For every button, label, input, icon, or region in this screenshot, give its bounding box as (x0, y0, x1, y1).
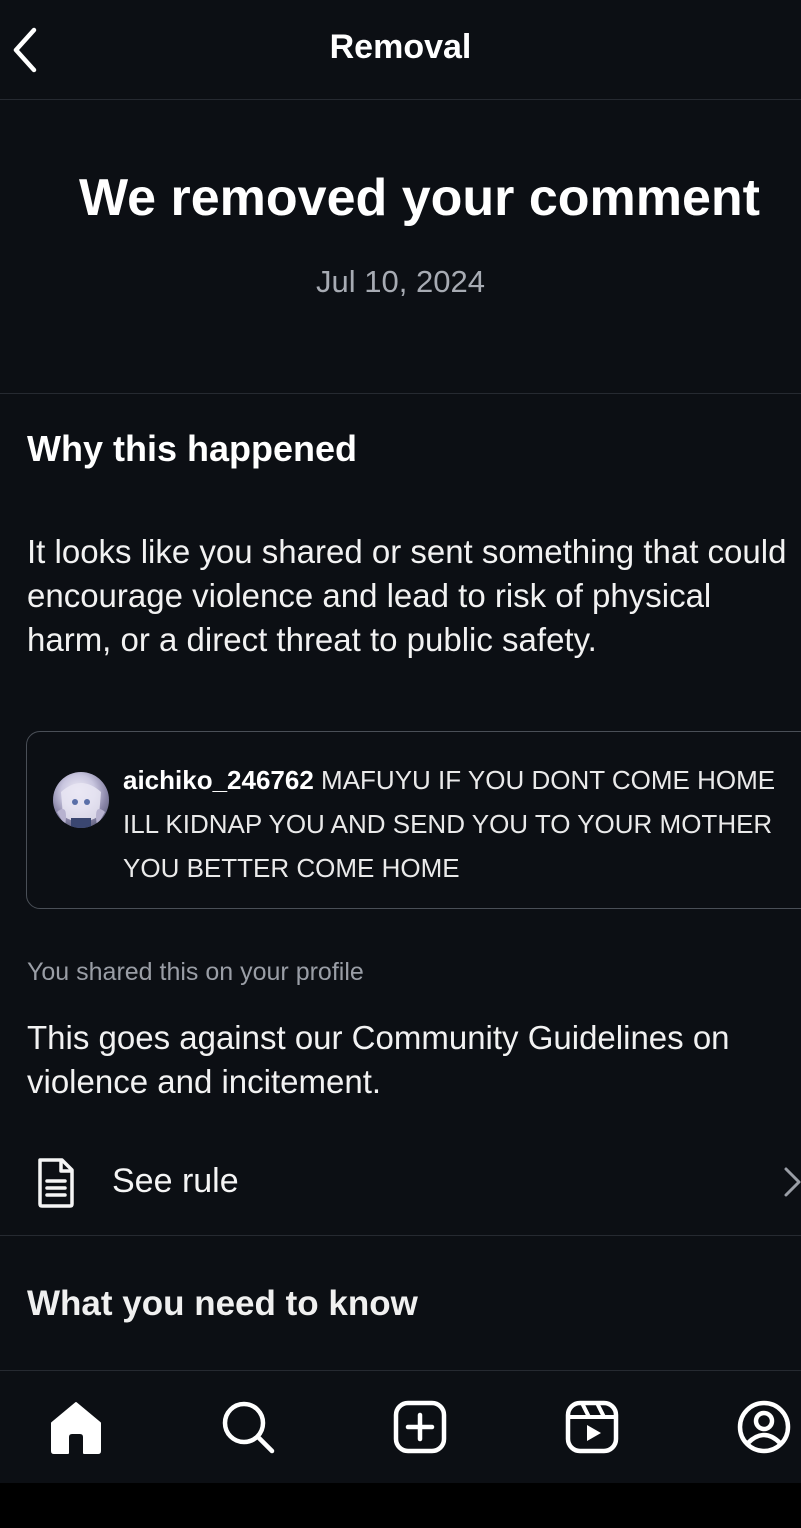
removal-date: Jul 10, 2024 (316, 264, 485, 299)
see-rule-row[interactable]: See rule (0, 1130, 801, 1236)
chevron-right-icon (784, 1167, 801, 1197)
home-indicator-area (0, 1483, 801, 1528)
search-icon (222, 1401, 275, 1454)
comment-content: aichiko_246762 MAFUYU IF YOU DONT COME H… (123, 758, 783, 890)
tab-profile[interactable] (734, 1397, 794, 1457)
document-icon (38, 1158, 74, 1208)
tab-home[interactable] (46, 1397, 106, 1457)
guideline-violation-text: This goes against our Community Guidelin… (27, 1019, 730, 1100)
page-title: Removal (329, 28, 472, 66)
removal-heading: We removed your comment (78, 169, 760, 227)
tab-create[interactable] (390, 1397, 450, 1457)
reels-icon (565, 1400, 619, 1454)
removal-summary: We removed your comment Jul 10, 2024 (0, 100, 801, 394)
why-heading: Why this happened (27, 428, 358, 469)
shared-location-note: You shared this on your profile (27, 958, 364, 986)
create-icon (393, 1400, 447, 1454)
bottom-tab-bar (0, 1370, 801, 1484)
removed-comment-card: aichiko_246762 MAFUYU IF YOU DONT COME H… (26, 731, 801, 909)
avatar (53, 772, 109, 828)
profile-icon (737, 1400, 791, 1454)
tab-reels[interactable] (562, 1397, 622, 1457)
why-explanation: It looks like you shared or sent somethi… (27, 533, 787, 658)
see-rule-label: See rule (112, 1162, 239, 1200)
top-bar: Removal (0, 0, 801, 100)
avatar-image (57, 783, 105, 828)
what-you-need-to-know-heading: What you need to know (27, 1284, 418, 1323)
tab-search[interactable] (218, 1397, 278, 1457)
home-icon (51, 1402, 101, 1454)
comment-username: aichiko_246762 (123, 765, 314, 795)
